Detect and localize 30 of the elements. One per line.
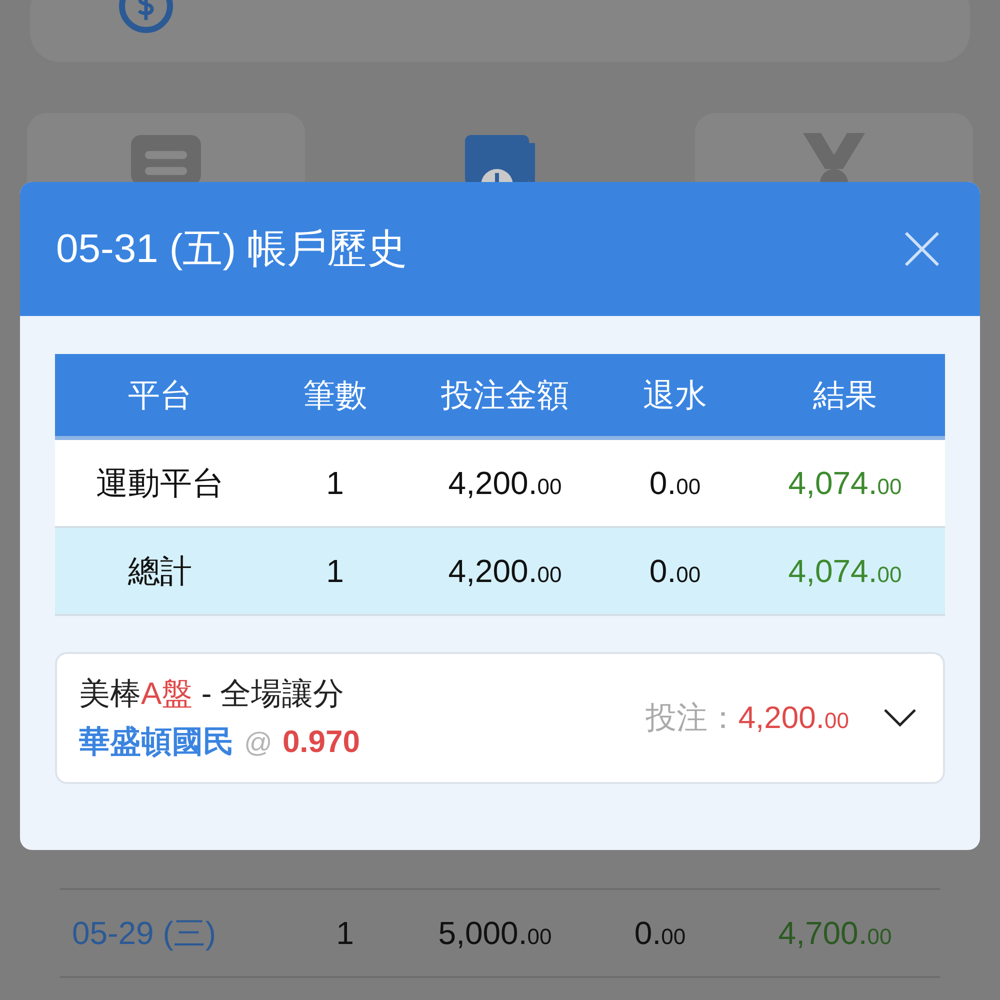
count-cell-text: 1 <box>325 552 345 591</box>
column-header: 結果 <box>812 376 878 415</box>
rebate-cell-text: 0.00 <box>648 552 702 591</box>
column-header: 退水 <box>642 376 708 415</box>
result-text: 4,700.00 <box>777 914 893 953</box>
stake-label: 投注： <box>645 698 738 737</box>
column-header: 平台 <box>127 376 193 415</box>
chevron-icon[interactable] <box>883 708 917 728</box>
dialog-title: 05-31 (五) 帳戶歷史 <box>56 226 408 273</box>
at-sign: @ <box>244 726 272 760</box>
bet-market: 美棒A盤 - 全場讓分 <box>79 674 346 712</box>
book-clock-icon <box>465 135 535 185</box>
team-name: 華盛頓國民 <box>79 723 234 761</box>
amount-cell-text: 4,200.00 <box>447 552 563 591</box>
column-header: 投注金額 <box>440 376 570 415</box>
count-text: 1 <box>335 914 355 953</box>
count-cell-text: 1 <box>325 464 345 503</box>
result-cell-text: 4,074.00 <box>787 464 903 503</box>
odds-text: 0.970 <box>282 723 360 761</box>
bet-card[interactable]: 美棒A盤 - 全場讓分 華盛頓國民 @ 0.970 投注：4,200.00 <box>55 652 945 784</box>
result-cell-text: 4,074.00 <box>787 552 903 591</box>
rebate-text: 0.00 <box>633 914 687 953</box>
column-header: 筆數 <box>302 376 368 415</box>
platform-cell-text: 運動平台 <box>95 464 225 503</box>
list-icon <box>131 135 201 185</box>
platform-cell-text: 總計 <box>127 552 193 591</box>
amount-cell-text: 4,200.00 <box>447 464 563 503</box>
rebate-cell-text: 0.00 <box>648 464 702 503</box>
amount-text: 5,000.00 <box>437 914 553 953</box>
stake-amount: 4,200.00 <box>738 698 849 737</box>
